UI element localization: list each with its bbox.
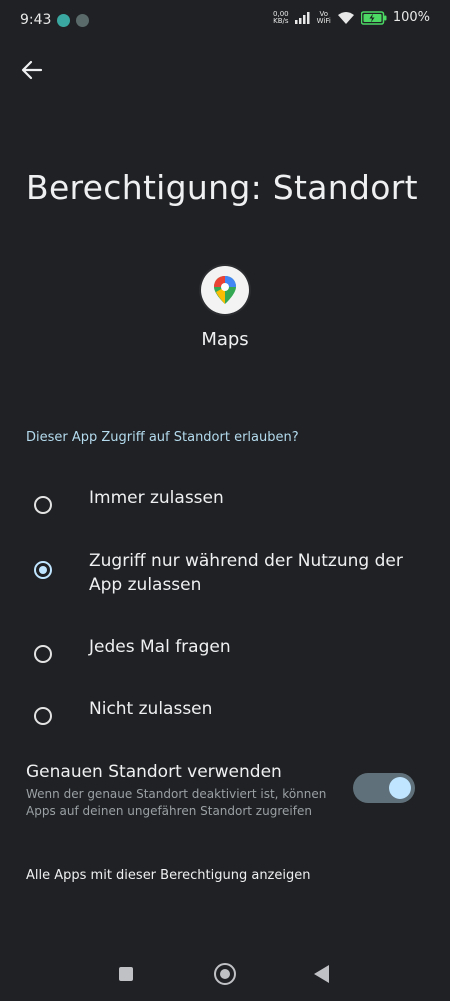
status-left: 9:43 [20,12,90,28]
wifi-icon [337,11,354,24]
nav-back-button[interactable] [314,965,329,983]
vowifi-indicator: Vo WiFi [316,10,331,25]
app-name: Maps [201,329,249,350]
battery-icon [360,10,387,25]
all-apps-link[interactable]: Alle Apps mit dieser Berechtigung anzeig… [26,868,310,883]
option-always-allow[interactable]: Immer zulassen [26,486,426,530]
signal-icon [294,11,310,24]
home-button[interactable] [214,963,236,985]
data-rate: 0,00 KB/s [273,10,289,25]
toggle-knob [389,777,411,799]
recents-button[interactable] [119,967,133,981]
wifi-label: WiFi [316,16,331,25]
status-time: 9:43 [20,12,52,28]
radio-button[interactable] [34,707,52,725]
permission-question: Dieser App Zugriff auf Standort erlauben… [26,430,299,445]
option-deny[interactable]: Nicht zulassen [26,697,426,741]
page-title: Berechtigung: Standort [26,168,418,207]
status-bar: 9:43 0,00 KB/s Vo WiFi 100% [0,0,450,40]
navigation-bar [0,950,450,1001]
option-label: Jedes Mal fragen [89,637,231,657]
option-while-using[interactable]: Zugriff nur während der Nutzung der App … [26,549,426,595]
battery-percent: 100% [392,10,430,25]
sound-notification-icon [57,13,71,27]
radio-button-checked[interactable] [34,561,52,579]
precise-location-title: Genauen Standort verwenden [26,762,282,782]
data-rate-unit: KB/s [273,16,289,25]
radio-button[interactable] [34,645,52,663]
option-label: Immer zulassen [89,488,224,508]
maps-pin-icon [214,276,236,304]
maps-app-icon [201,266,249,314]
arrow-left-icon [21,60,43,80]
option-label: Nicht zulassen [89,699,213,719]
radio-button[interactable] [34,496,52,514]
option-label: Zugriff nur während der Nutzung der App … [89,551,403,595]
option-ask-every-time[interactable]: Jedes Mal fragen [26,635,426,679]
back-button[interactable] [18,56,46,84]
precise-location-description: Wenn der genaue Standort deaktiviert ist… [26,787,327,818]
precise-location-toggle[interactable] [353,773,415,803]
call-notification-icon [76,13,90,27]
status-right: 0,00 KB/s Vo WiFi 100% [273,10,430,25]
